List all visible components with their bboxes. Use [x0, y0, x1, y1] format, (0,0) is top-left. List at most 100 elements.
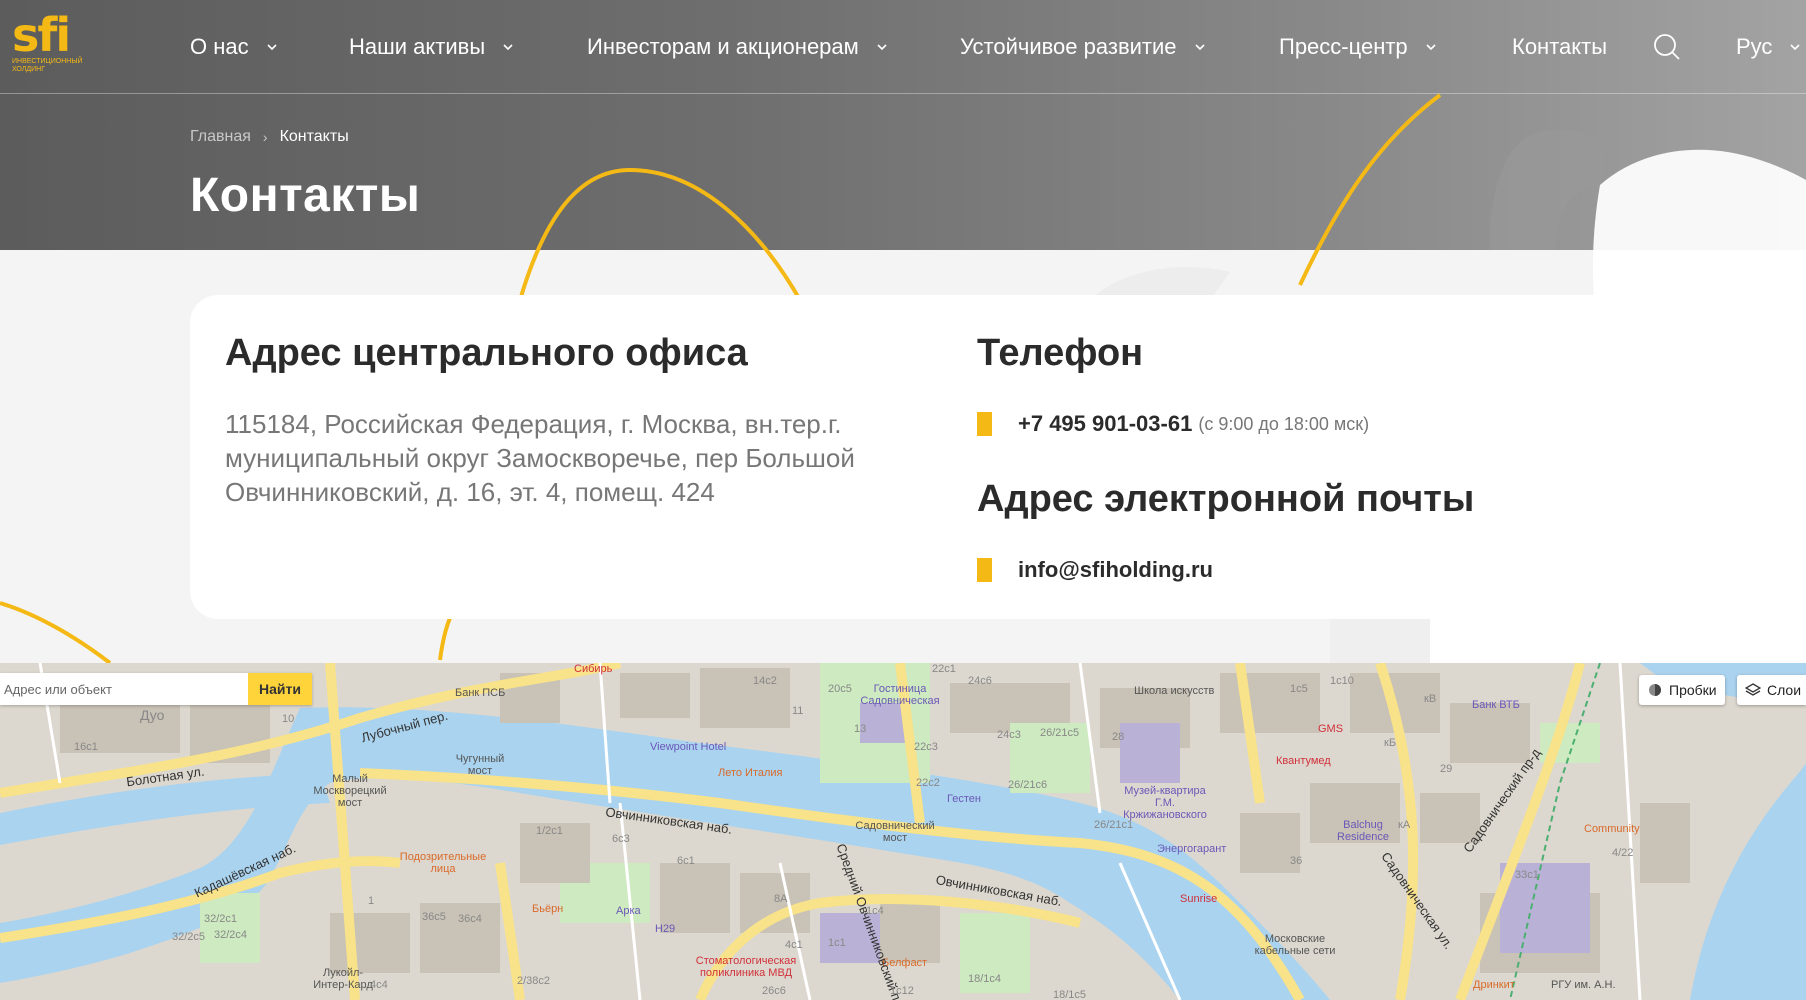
map-label: РГУ им. А.Н.: [1551, 979, 1616, 991]
map-label: Энергогарант: [1157, 843, 1227, 855]
building-number: 36с4: [458, 913, 482, 925]
building-number: 1с5: [1290, 683, 1308, 695]
building-number: 28: [1112, 731, 1125, 743]
building-number: 6с3: [612, 833, 630, 845]
building-number: 26/21с5: [1040, 727, 1080, 739]
chevron-down-icon: [877, 44, 887, 51]
map-label: Viewpoint Hotel: [650, 741, 727, 753]
building-number: 18/1с4: [968, 973, 1002, 985]
building-number: 32/2с5: [172, 931, 206, 943]
phone-row: +7 495 901-03-61 (с 9:00 до 18:00 мск): [977, 411, 1369, 437]
map-label: Balchug Residence: [1337, 819, 1389, 843]
contacts-card: Адрес центрального офиса 115184, Российс…: [190, 295, 1628, 619]
address-title: Адрес центрального офиса: [225, 332, 748, 374]
nav-label: Инвесторам и акционерам: [587, 34, 859, 59]
nav-item-about[interactable]: О нас: [190, 30, 277, 64]
traffic-icon: [1649, 684, 1661, 696]
building-number: 1с4: [866, 905, 884, 917]
map-label: Банк ПСБ: [455, 687, 506, 699]
map-label: Дуо: [140, 707, 165, 723]
building-number: 4с4: [370, 979, 388, 991]
map-label: Школа искусств: [1134, 685, 1215, 697]
breadcrumb-current: Контакты: [279, 128, 349, 145]
map-label: Квантумед: [1276, 755, 1331, 767]
building-number: 14с2: [753, 675, 777, 687]
nav-label: О нас: [190, 34, 249, 59]
map-label: Бьёрн: [532, 903, 564, 915]
email-row: info@sfiholding.ru: [977, 557, 1213, 583]
page-title: Контакты: [190, 169, 421, 222]
building-number: 33с1: [1515, 869, 1539, 881]
top-navigation: sfi инвестиционный холдинг О нас Наши ак…: [0, 0, 1806, 94]
chevron-down-icon: [503, 44, 513, 51]
building-number: 4с1: [785, 939, 803, 951]
map-label: Лето Италия: [718, 767, 783, 779]
logo-mark: sfi: [12, 8, 71, 62]
building-number: 29: [1440, 763, 1453, 775]
nav-item-assets[interactable]: Наши активы: [349, 30, 513, 64]
map-label: GMS: [1318, 723, 1344, 735]
building-number: 4/22: [1612, 847, 1634, 859]
building-number: 32/2с1: [204, 913, 238, 925]
accent-bar: [977, 558, 992, 582]
building-number: 32/2с4: [214, 929, 248, 941]
map-label: Подозрительные лица: [399, 851, 487, 875]
map-label: Гостиница Садовническая: [860, 683, 940, 707]
map-label: Садовнический мост: [855, 820, 935, 844]
nav-label: Наши активы: [349, 34, 486, 59]
map-search-button[interactable]: Найти: [248, 673, 312, 705]
map-label: Чугунный мост: [455, 753, 505, 777]
search-icon[interactable]: [1652, 30, 1682, 64]
building-number: 22с2: [916, 777, 940, 789]
phone-link[interactable]: +7 495 901-03-61: [1018, 411, 1192, 437]
breadcrumb: Главная › Контакты: [190, 128, 349, 146]
phone-hours: (с 9:00 до 18:00 мск): [1198, 413, 1370, 434]
map-label: Арка: [616, 905, 641, 917]
language-selector[interactable]: Рус: [1736, 30, 1801, 64]
building-number: 1с1: [828, 937, 846, 949]
map-label: Дринкит: [1473, 979, 1515, 991]
building-number: 16с1: [74, 741, 98, 753]
layers-label: Слои: [1767, 682, 1802, 698]
accent-bar: [977, 412, 992, 436]
building-number: 22с1: [932, 663, 956, 675]
building-number: кВ: [1424, 693, 1437, 705]
nav-item-sustainability[interactable]: Устойчивое развитие: [960, 30, 1205, 64]
map-label: Сибирь: [574, 663, 613, 675]
building-number: кБ: [1384, 737, 1397, 749]
nav-item-contacts[interactable]: Контакты: [1512, 30, 1607, 64]
map-label: Гестен: [947, 793, 981, 805]
yandex-map[interactable]: Сибирь Банк ПСБ Лубочный пер. Болотная у…: [0, 663, 1806, 1000]
building-number: кА: [1398, 819, 1411, 831]
nav-label: Пресс-центр: [1279, 34, 1408, 59]
building-number: 24с3: [997, 729, 1021, 741]
building-number: 1с10: [1330, 675, 1354, 687]
building-number: 24с6: [968, 675, 992, 687]
map-label: Банк ВТБ: [1472, 699, 1520, 711]
map-search-bar: Найти: [0, 673, 312, 705]
sfi-logo[interactable]: sfi инвестиционный холдинг: [12, 12, 96, 78]
phone-title: Телефон: [977, 332, 1144, 374]
email-link[interactable]: info@sfiholding.ru: [1018, 557, 1213, 583]
nav-item-press[interactable]: Пресс-центр: [1279, 30, 1436, 64]
building-number: 1/2с1: [536, 825, 563, 837]
building-number: 26/21с1: [1094, 819, 1134, 831]
layers-button[interactable]: Слои: [1737, 675, 1806, 705]
address-text: 115184, Российская Федерация, г. Москва,…: [225, 409, 855, 507]
nav-label: Контакты: [1512, 34, 1608, 59]
traffic-button[interactable]: Пробки: [1639, 675, 1725, 705]
building-number: 1с12: [890, 985, 914, 997]
nav-label: Устойчивое развитие: [960, 34, 1177, 59]
building-number: 1: [368, 895, 375, 907]
building-number: 8А: [774, 893, 788, 905]
chevron-down-icon: [267, 44, 277, 51]
building-number: 6с1: [677, 855, 695, 867]
map-label: Лукойл-Интер-Кард: [313, 967, 373, 991]
email-title: Адрес электронной почты: [977, 478, 1475, 520]
map-search-input[interactable]: [0, 673, 248, 705]
breadcrumb-home[interactable]: Главная: [190, 128, 251, 146]
building-number: 18/1с5: [1053, 989, 1087, 1000]
chevron-down-icon: [1426, 44, 1436, 51]
nav-item-investors[interactable]: Инвесторам и акционерам: [587, 30, 887, 64]
language-label: Рус: [1736, 34, 1773, 59]
